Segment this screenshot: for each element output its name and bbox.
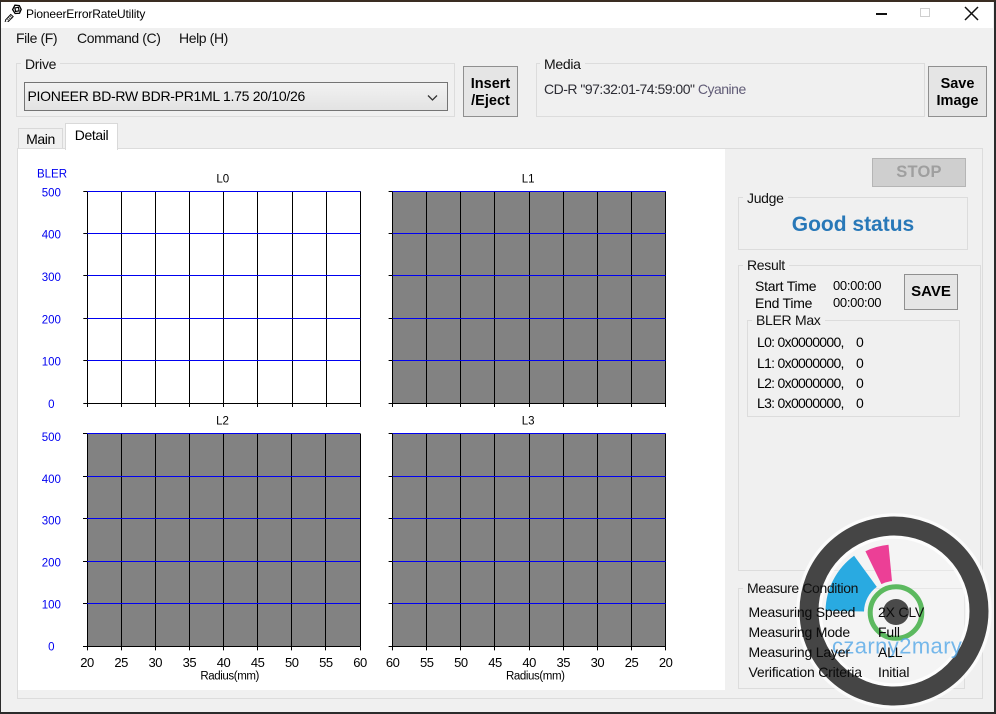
svg-text:45: 45 — [488, 655, 502, 670]
svg-text:55: 55 — [319, 655, 333, 670]
svg-text:60: 60 — [353, 655, 367, 670]
svg-text:45: 45 — [251, 655, 265, 670]
svg-text:500: 500 — [42, 187, 61, 199]
svg-text:20: 20 — [659, 655, 673, 670]
svg-text:Radius(mm): Radius(mm) — [200, 670, 259, 682]
svg-text:40: 40 — [217, 655, 231, 670]
svg-text:300: 300 — [42, 516, 61, 528]
svg-text:35: 35 — [183, 655, 197, 670]
svg-text:500: 500 — [42, 432, 61, 444]
svg-text:35: 35 — [556, 655, 570, 670]
svg-text:L0: L0 — [216, 173, 229, 185]
svg-text:L3: L3 — [522, 416, 535, 428]
svg-text:200: 200 — [42, 314, 61, 326]
svg-text:400: 400 — [42, 474, 61, 486]
svg-text:L2: L2 — [216, 416, 229, 428]
svg-text:0: 0 — [48, 399, 54, 411]
svg-text:50: 50 — [285, 655, 299, 670]
svg-text:Radius(mm): Radius(mm) — [506, 670, 565, 682]
svg-text:300: 300 — [42, 272, 61, 284]
svg-text:50: 50 — [454, 655, 468, 670]
svg-text:BLER: BLER — [37, 169, 67, 181]
svg-text:L1: L1 — [522, 173, 535, 185]
svg-text:200: 200 — [42, 558, 61, 570]
svg-text:100: 100 — [42, 357, 61, 369]
svg-text:25: 25 — [114, 655, 128, 670]
svg-text:55: 55 — [420, 655, 434, 670]
svg-text:400: 400 — [42, 230, 61, 242]
svg-text:30: 30 — [149, 655, 163, 670]
svg-text:25: 25 — [625, 655, 639, 670]
svg-text:30: 30 — [591, 655, 605, 670]
svg-text:40: 40 — [522, 655, 536, 670]
svg-text:100: 100 — [42, 600, 61, 612]
svg-text:20: 20 — [80, 655, 94, 670]
svg-text:0: 0 — [48, 641, 54, 653]
svg-text:60: 60 — [386, 655, 400, 670]
